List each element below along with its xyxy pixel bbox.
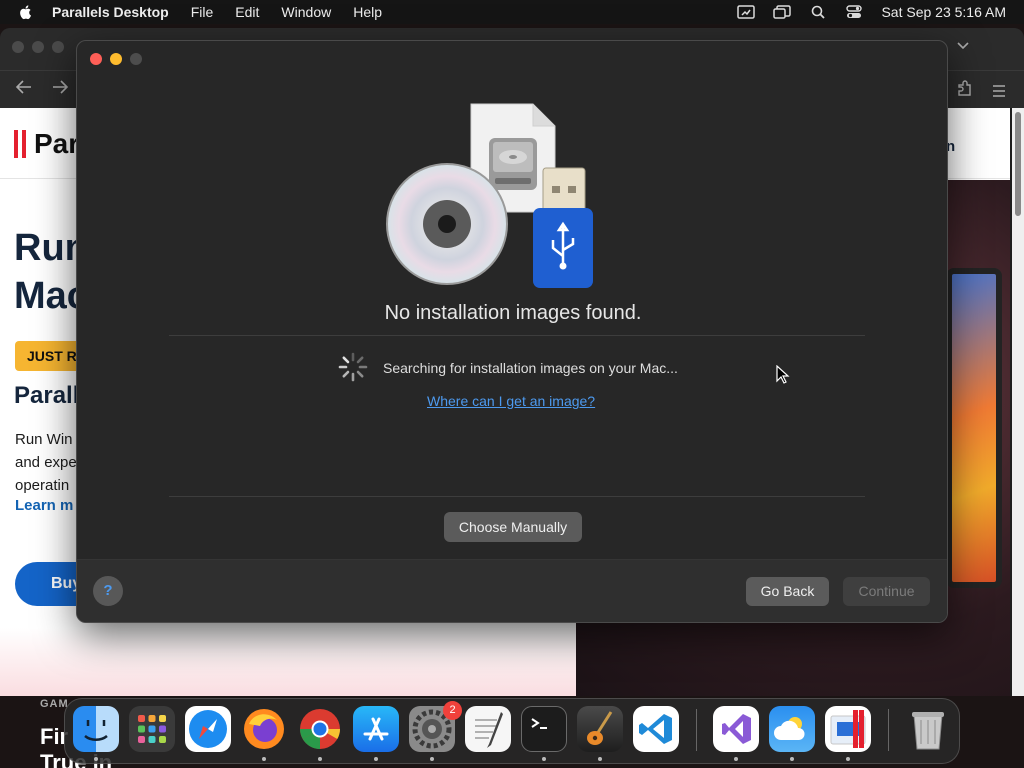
- loading-spinner-icon: [338, 352, 368, 382]
- optical-disc-icon: [386, 163, 508, 285]
- help-button[interactable]: ?: [93, 576, 123, 606]
- weather-icon[interactable]: [769, 706, 815, 752]
- back-arrow-icon[interactable]: [15, 79, 33, 100]
- spotlight-icon[interactable]: [809, 5, 827, 19]
- browser-close-dot[interactable]: [12, 41, 24, 53]
- terminal-running-dot: [542, 757, 546, 761]
- app-name-menu[interactable]: Parallels Desktop: [52, 4, 169, 20]
- window-zoom-button: [130, 53, 142, 65]
- firefox-icon[interactable]: [241, 706, 287, 752]
- menu-window[interactable]: Window: [281, 4, 331, 20]
- dialog-footer: ? Go Back Continue: [77, 559, 947, 622]
- menubar-clock[interactable]: Sat Sep 23 5:16 AM: [881, 4, 1006, 20]
- firefox-running-dot: [262, 757, 266, 761]
- mouse-cursor-icon: [776, 365, 790, 384]
- parallels-logo-icon: [14, 130, 28, 158]
- garageband-icon[interactable]: [577, 706, 623, 752]
- window-minimize-button[interactable]: [110, 53, 122, 65]
- menu-edit[interactable]: Edit: [235, 4, 259, 20]
- no-images-message: No installation images found.: [384, 302, 642, 324]
- launchpad-icon[interactable]: [129, 706, 175, 752]
- divider-top: [169, 335, 865, 336]
- page-scrollbar[interactable]: [1012, 108, 1024, 696]
- notification-badge: 2: [443, 701, 462, 720]
- parallels-desktop-icon[interactable]: [825, 706, 871, 752]
- extensions-icon[interactable]: [956, 80, 972, 103]
- textedit-icon[interactable]: [465, 706, 511, 752]
- weather-running-dot: [790, 757, 794, 761]
- scrollbar-thumb[interactable]: [1015, 112, 1021, 216]
- apple-menu-icon[interactable]: [18, 4, 38, 20]
- forward-arrow-icon[interactable]: [51, 79, 69, 100]
- chrome-running-dot: [318, 757, 322, 761]
- visual-studio-icon[interactable]: [713, 706, 759, 752]
- dock: 2: [64, 698, 960, 764]
- menu-help[interactable]: Help: [353, 4, 382, 20]
- searching-status: Searching for installation images on you…: [383, 360, 678, 376]
- usb-drive-icon: [533, 167, 593, 288]
- garageband-running-dot: [598, 757, 602, 761]
- body-line: and expe: [15, 454, 77, 471]
- hero-body-text: Run Win and expe operatin: [15, 428, 85, 497]
- app-store-icon[interactable]: [353, 706, 399, 752]
- go-back-button[interactable]: Go Back: [746, 577, 829, 606]
- where-get-image-link[interactable]: Where can I get an image?: [427, 393, 595, 409]
- vscode-icon[interactable]: [633, 706, 679, 752]
- parallels-logo-text[interactable]: Par: [34, 128, 79, 160]
- divider-bottom: [169, 496, 865, 497]
- visual-studio-running-dot: [734, 757, 738, 761]
- finder-running-dot: [94, 757, 98, 761]
- screen-mirroring-icon[interactable]: [737, 5, 756, 19]
- dock-separator: [888, 709, 889, 751]
- installation-assistant-dialog: No installation images found. Searching …: [76, 40, 948, 623]
- menu-bar: Parallels Desktop File Edit Window Help …: [0, 0, 1024, 24]
- dock-separator: [696, 709, 697, 751]
- tab-list-chevron-icon[interactable]: [956, 38, 970, 54]
- chrome-icon[interactable]: [297, 706, 343, 752]
- browser-zoom-dot[interactable]: [52, 41, 64, 53]
- control-center-icon[interactable]: [845, 5, 863, 19]
- continue-button: Continue: [843, 577, 930, 606]
- menu-file[interactable]: File: [191, 4, 214, 20]
- body-line: Run Win: [15, 431, 73, 448]
- safari-icon[interactable]: [185, 706, 231, 752]
- terminal-icon[interactable]: [521, 706, 567, 752]
- system-settings-running-dot: [430, 757, 434, 761]
- install-media-illustration: [385, 99, 607, 291]
- stage-manager-icon[interactable]: [773, 5, 792, 19]
- laptop-illustration: [946, 268, 1002, 588]
- sub-title: Parall: [14, 382, 80, 409]
- browser-minimize-dot[interactable]: [32, 41, 44, 53]
- learn-more-link[interactable]: Learn m: [15, 497, 73, 514]
- app-store-running-dot: [374, 757, 378, 761]
- choose-manually-button[interactable]: Choose Manually: [444, 512, 582, 542]
- finder-icon[interactable]: [73, 706, 119, 752]
- hamburger-menu-icon[interactable]: [992, 81, 1006, 102]
- parallels-running-dot: [846, 757, 850, 761]
- window-close-button[interactable]: [90, 53, 102, 65]
- trash-icon[interactable]: [905, 706, 951, 752]
- system-settings-icon[interactable]: 2: [409, 701, 462, 752]
- page-gradient-band: [0, 628, 576, 696]
- body-line: operatin: [15, 477, 70, 494]
